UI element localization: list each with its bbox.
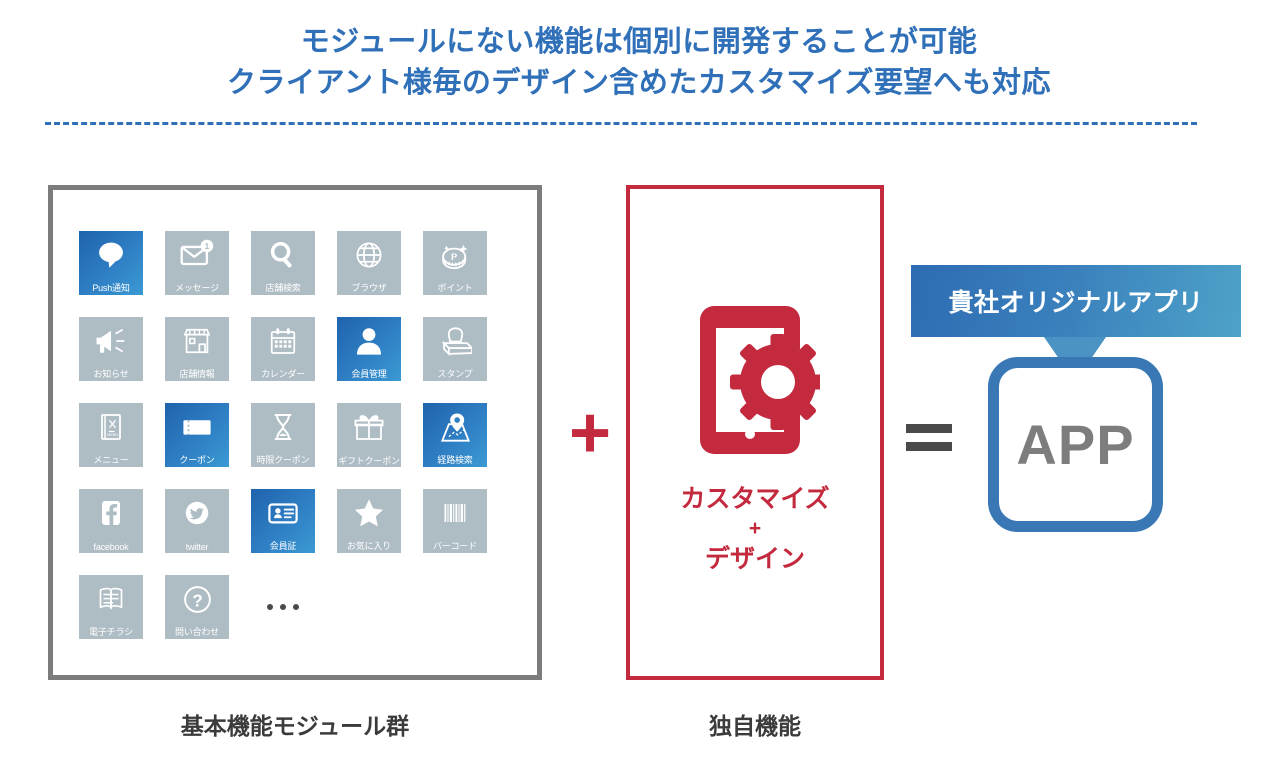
banner-label: 貴社オリジナルアプリ bbox=[948, 289, 1204, 317]
module-tile-label: クーポン bbox=[179, 454, 215, 465]
svg-text:?: ? bbox=[192, 590, 203, 610]
module-tile-label: ポイント bbox=[437, 282, 473, 293]
module-tile-label: ギフトクーポン bbox=[338, 456, 400, 466]
module-tile-label: メッセージ bbox=[175, 282, 219, 293]
module-tile-label: メニュー bbox=[93, 454, 129, 465]
module-tile-star[interactable]: お気に入り bbox=[337, 489, 401, 553]
original-app-banner: 貴社オリジナルアプリ bbox=[911, 265, 1241, 337]
title-line-1: モジュールにない機能は個別に開発することが可能 bbox=[300, 26, 978, 58]
module-tile-label: バーコード bbox=[432, 540, 477, 551]
dot bbox=[293, 604, 299, 610]
module-tile-label: 会員管理 bbox=[351, 368, 387, 379]
module-tile-chat-bubble[interactable]: Push通知 bbox=[79, 231, 143, 295]
module-tile-label: お知らせ bbox=[93, 368, 129, 379]
hourglass-icon bbox=[251, 408, 315, 446]
calendar-icon bbox=[251, 322, 315, 360]
mail-badge-icon: 1 bbox=[165, 236, 229, 274]
dashed-divider bbox=[45, 122, 1197, 125]
point-coin-icon: P bbox=[423, 236, 487, 274]
module-tile-label: 店舗情報 bbox=[179, 368, 215, 379]
page-title: モジュールにない機能は個別に開発することが可能 クライアント様毎のデザイン含めた… bbox=[0, 22, 1278, 104]
megaphone-icon bbox=[79, 322, 143, 360]
module-tile-label: お気に入り bbox=[346, 540, 391, 551]
module-tile-facebook[interactable]: facebook bbox=[79, 489, 143, 553]
module-tile-hourglass[interactable]: 時限クーポン bbox=[251, 403, 315, 467]
module-tile-mail-badge[interactable]: 1 メッセージ bbox=[165, 231, 229, 295]
custom-text-main: カスタマイズ bbox=[680, 485, 830, 513]
app-label: APP bbox=[1016, 413, 1135, 476]
module-tile-magnifier[interactable]: 店舗検索 bbox=[251, 231, 315, 295]
rubber-stamp-icon bbox=[423, 322, 487, 360]
title-line-2: クライアント様毎のデザイン含めたカスタマイズ要望へも対応 bbox=[227, 67, 1051, 100]
app-result-box: APP bbox=[988, 357, 1163, 532]
module-tile-label: スタンプ bbox=[437, 368, 473, 379]
equals-bar-bottom bbox=[906, 442, 952, 451]
twitter-bird-icon bbox=[165, 494, 229, 532]
module-tile-ticket[interactable]: クーポン bbox=[165, 403, 229, 467]
module-tile-twitter-bird[interactable]: twitter bbox=[165, 489, 229, 553]
module-tile-label: 問い合わせ bbox=[174, 626, 219, 637]
module-tile-flyer[interactable]: 電子チラシ bbox=[79, 575, 143, 639]
person-icon bbox=[337, 322, 401, 360]
module-tile-barcode[interactable]: バーコード bbox=[423, 489, 487, 553]
module-tile-map-pin[interactable]: 経路検索 bbox=[423, 403, 487, 467]
flyer-icon bbox=[79, 580, 143, 618]
module-tile-globe[interactable]: ブラウザ bbox=[337, 231, 401, 295]
module-tile-label: 店舗検索 bbox=[265, 282, 301, 293]
module-tile-gift-box[interactable]: ギフトクーポン bbox=[337, 403, 401, 467]
svg-text:MENU: MENU bbox=[107, 433, 118, 437]
module-tile-person[interactable]: 会員管理 bbox=[337, 317, 401, 381]
ticket-icon bbox=[165, 408, 229, 446]
module-tile-label: Push通知 bbox=[92, 282, 130, 293]
phone-gear-icon bbox=[630, 306, 880, 454]
facebook-icon bbox=[79, 494, 143, 532]
module-tile-id-card[interactable]: 会員証 bbox=[251, 489, 315, 553]
custom-caption: 独自機能 bbox=[709, 713, 801, 739]
module-tile-question-mark[interactable]: ? 問い合わせ bbox=[165, 575, 229, 639]
custom-feature-text: カスタマイズ + デザイン bbox=[630, 484, 880, 575]
barcode-icon bbox=[423, 494, 487, 532]
module-tile-label: ブラウザ bbox=[351, 282, 387, 293]
custom-text-sub: デザイン bbox=[704, 544, 805, 573]
module-grid: Push通知 1 メッセージ 店舗検索 ブラウザ P ポイント お知らせ 店舗情報 カレンダー 会員… bbox=[79, 231, 487, 639]
module-tile-rubber-stamp[interactable]: スタンプ bbox=[423, 317, 487, 381]
module-tile-menu-book[interactable]: MENU メニュー bbox=[79, 403, 143, 467]
magnifier-icon bbox=[251, 236, 315, 274]
custom-text-plus: + bbox=[748, 517, 762, 541]
module-tile-megaphone[interactable]: お知らせ bbox=[79, 317, 143, 381]
chat-bubble-icon bbox=[79, 236, 143, 274]
module-tile-calendar[interactable]: カレンダー bbox=[251, 317, 315, 381]
module-tile-label: twitter bbox=[185, 542, 209, 552]
modules-caption: 基本機能モジュール群 bbox=[180, 713, 410, 739]
module-tile-label: facebook bbox=[93, 542, 129, 552]
equals-bar-top bbox=[906, 424, 952, 433]
menu-book-icon: MENU bbox=[79, 408, 143, 446]
svg-text:P: P bbox=[451, 252, 457, 262]
equals-operator bbox=[906, 424, 962, 464]
plus-operator: + bbox=[568, 393, 612, 473]
custom-feature-panel: カスタマイズ + デザイン bbox=[626, 185, 884, 680]
svg-text:1: 1 bbox=[205, 242, 210, 251]
module-tile-storefront[interactable]: 店舗情報 bbox=[165, 317, 229, 381]
modules-panel: Push通知 1 メッセージ 店舗検索 ブラウザ P ポイント お知らせ 店舗情報 カレンダー 会員… bbox=[48, 185, 542, 680]
globe-icon bbox=[337, 236, 401, 274]
module-tile-label: カレンダー bbox=[260, 368, 305, 379]
module-tile-label: 電子チラシ bbox=[89, 626, 133, 637]
map-pin-icon bbox=[423, 408, 487, 446]
more-modules-indicator bbox=[251, 575, 315, 639]
module-tile-point-coin[interactable]: P ポイント bbox=[423, 231, 487, 295]
question-mark-icon: ? bbox=[165, 580, 229, 618]
dot bbox=[267, 604, 273, 610]
module-tile-label: 会員証 bbox=[269, 540, 297, 551]
gift-box-icon bbox=[337, 408, 401, 446]
module-tile-label: 経路検索 bbox=[437, 454, 473, 465]
id-card-icon bbox=[251, 494, 315, 532]
star-icon bbox=[337, 494, 401, 532]
dot bbox=[280, 604, 286, 610]
storefront-icon bbox=[165, 322, 229, 360]
module-tile-label: 時限クーポン bbox=[256, 454, 310, 465]
